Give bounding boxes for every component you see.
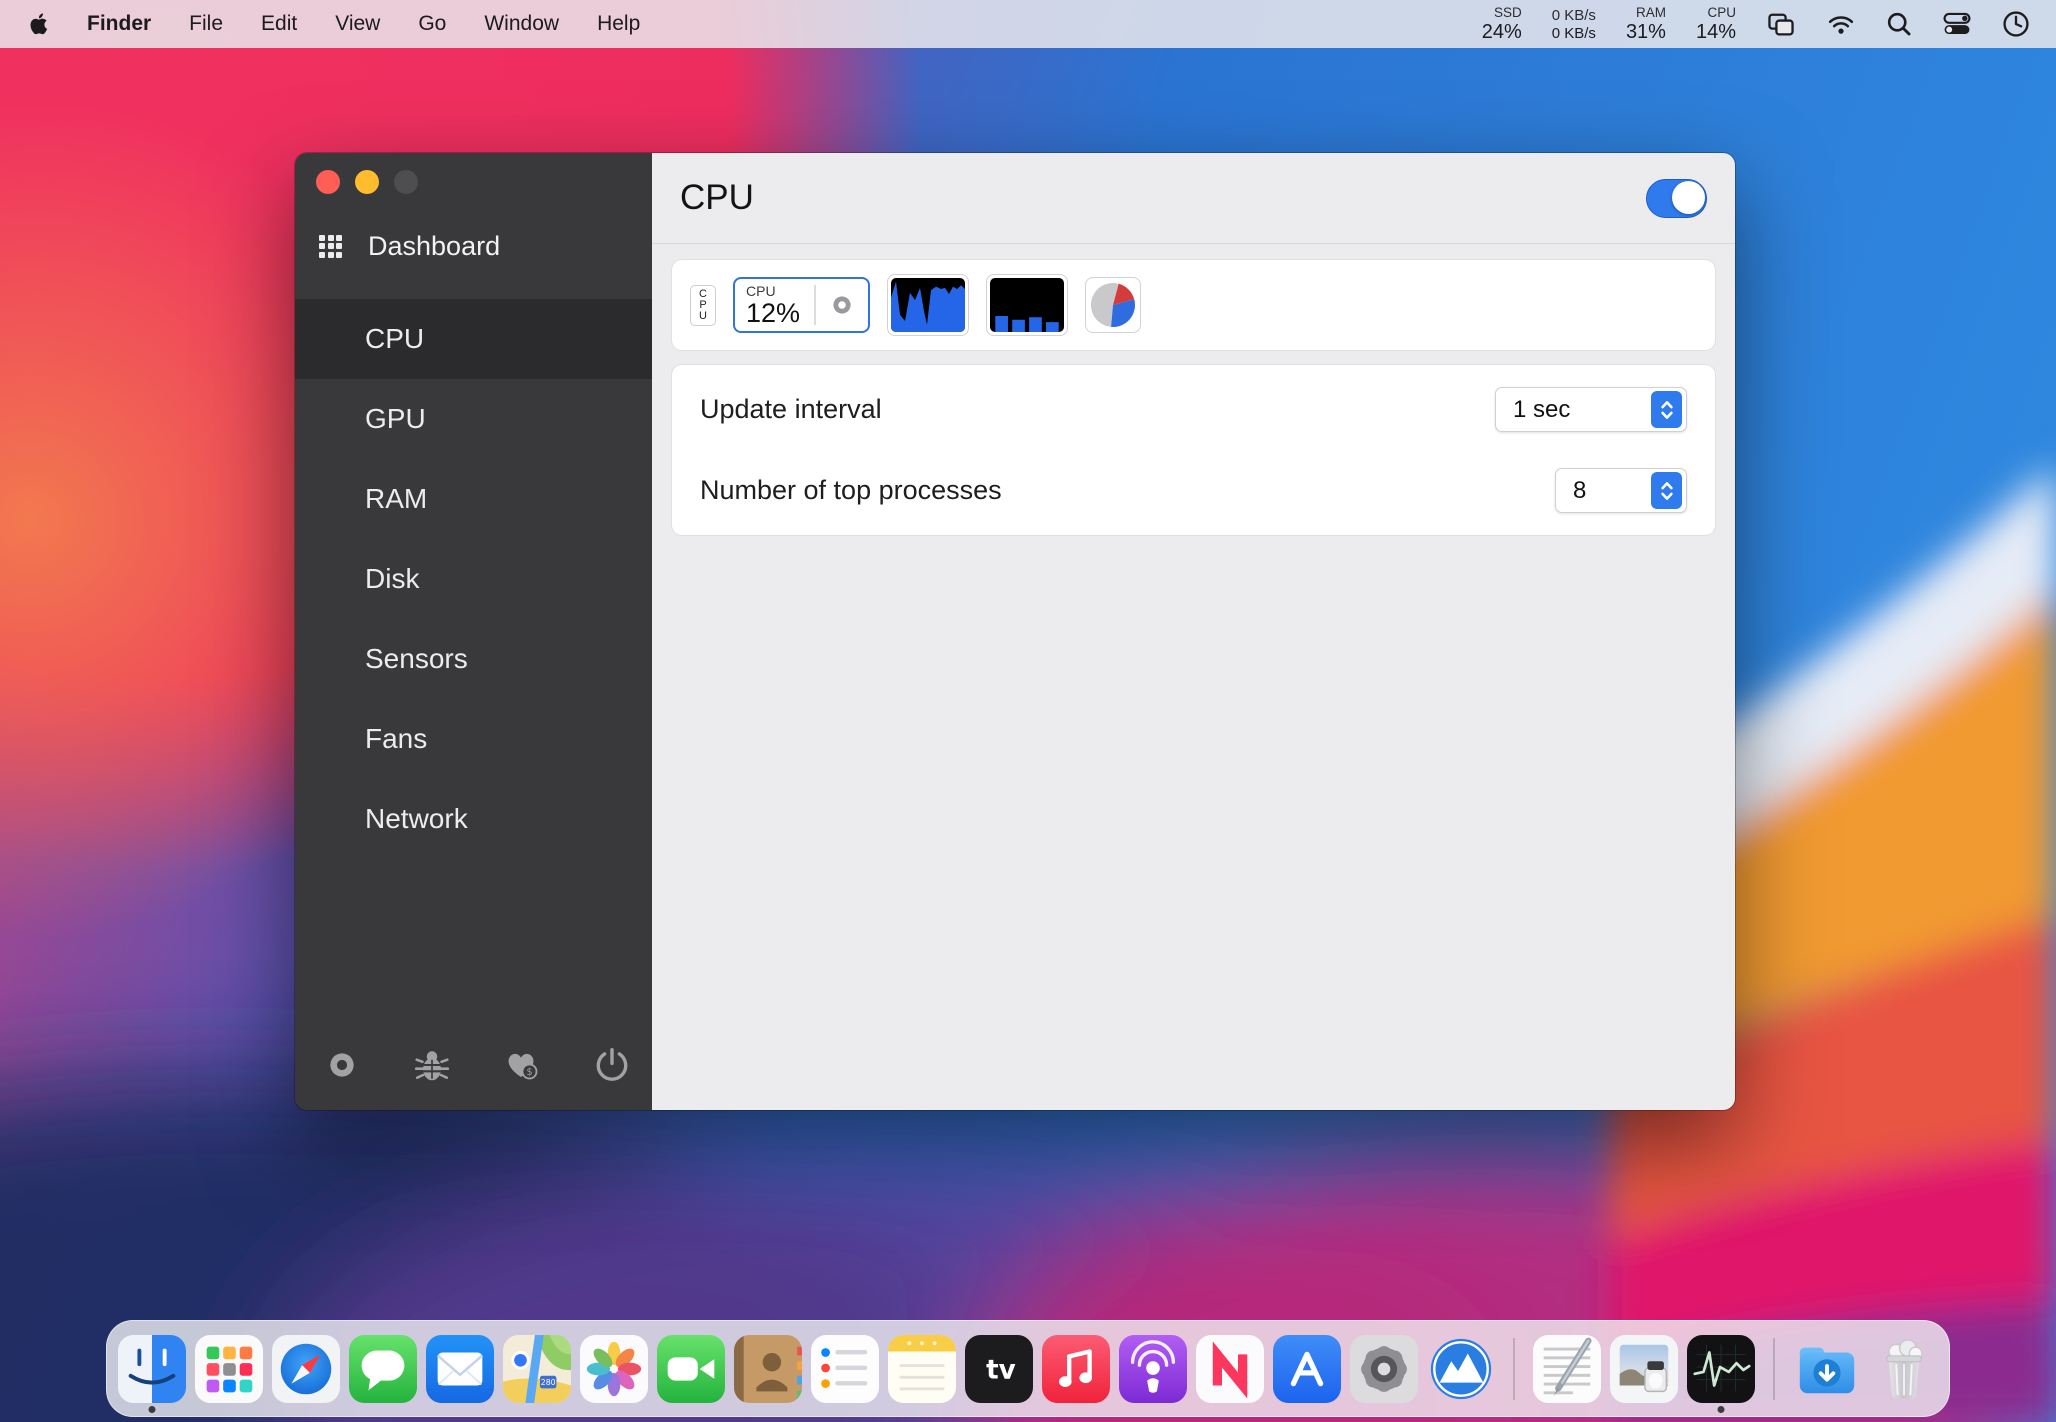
traffic-lights [316, 170, 652, 194]
control-center-icon[interactable] [1942, 11, 1972, 37]
widget-option-line-chart[interactable] [887, 274, 969, 336]
toggle-knob [1672, 181, 1705, 214]
status-ssd[interactable]: SSD 24% [1482, 6, 1522, 43]
widget-option-pie-chart[interactable] [1085, 277, 1141, 333]
menu-bar-left: Finder File Edit View Go Window Help [0, 0, 659, 48]
dock-music-icon[interactable] [1042, 1335, 1110, 1403]
pane-header: CPU [652, 153, 1735, 244]
status-cpu[interactable]: CPU 14% [1696, 6, 1736, 43]
status-ram[interactable]: RAM 31% [1626, 6, 1666, 43]
zoom-button-disabled[interactable] [394, 170, 418, 194]
sidebar-item-network[interactable]: Network [295, 779, 652, 859]
svg-text:$: $ [526, 1067, 532, 1078]
menu-view[interactable]: View [316, 0, 399, 48]
dock-maps-icon[interactable]: 280 [503, 1335, 571, 1403]
dock-divider [1513, 1338, 1515, 1400]
update-interval-select[interactable]: 1 sec [1495, 387, 1687, 432]
menu-window[interactable]: Window [465, 0, 578, 48]
menu-bar: Finder File Edit View Go Window Help SSD… [0, 0, 2056, 48]
menu-file[interactable]: File [170, 0, 242, 48]
page-title: CPU [680, 178, 754, 218]
dock-podcasts-icon[interactable] [1119, 1335, 1187, 1403]
top-processes-select[interactable]: 8 [1555, 468, 1687, 513]
top-processes-row: Number of top processes 8 [700, 450, 1687, 531]
dock-finder-icon[interactable] [118, 1335, 186, 1403]
sidebar-item-cpu[interactable]: CPU [295, 299, 652, 379]
menu-edit[interactable]: Edit [242, 0, 316, 48]
stepper-icon [1651, 391, 1682, 428]
bug-report-icon[interactable] [413, 1046, 451, 1084]
dock-facetime-icon[interactable] [657, 1335, 725, 1403]
apple-menu[interactable] [0, 12, 68, 36]
sidebar-item-disk[interactable]: Disk [295, 539, 652, 619]
update-interval-label: Update interval [700, 394, 882, 425]
clock-icon[interactable] [2002, 10, 2030, 38]
dock-safari-icon[interactable] [272, 1335, 340, 1403]
widget-option-bar-chart[interactable] [986, 274, 1068, 336]
dock-tv-icon[interactable]: tv [965, 1335, 1033, 1403]
line-chart-area [891, 282, 965, 332]
stepper-icon [1651, 472, 1682, 509]
spotlight-search-icon[interactable] [1886, 11, 1912, 37]
svg-text:tv: tv [986, 1355, 1016, 1385]
settings-card: Update interval 1 sec Number of top proc… [672, 365, 1715, 535]
widget-cpu-value: 12% [746, 300, 800, 327]
dashboard-grid-icon [319, 235, 342, 258]
sidebar: Dashboard CPU GPU RAM Disk Sensors Fans … [295, 153, 652, 1110]
sidebar-footer: $ [295, 1046, 652, 1110]
main-pane: CPU CPU CPU 12% [652, 153, 1735, 1110]
minimize-button[interactable] [355, 170, 379, 194]
menu-bar-status: SSD 24% 0 KB/s 0 KB/s RAM 31% CPU 14% [1482, 0, 2056, 48]
running-indicator [149, 1406, 156, 1413]
sidebar-module-list: CPU GPU RAM Disk Sensors Fans Network [295, 299, 652, 859]
dock-mail-icon[interactable] [426, 1335, 494, 1403]
close-button[interactable] [316, 170, 340, 194]
widget-picker-card: CPU CPU 12% [672, 260, 1715, 350]
sidebar-item-sensors[interactable]: Sensors [295, 619, 652, 699]
wifi-icon[interactable] [1826, 12, 1856, 36]
dashboard-label: Dashboard [368, 231, 500, 262]
dock-downloads-folder-icon[interactable] [1793, 1335, 1861, 1403]
top-processes-label: Number of top processes [700, 475, 1002, 506]
dock-photos-icon[interactable] [580, 1335, 648, 1403]
sidebar-item-ram[interactable]: RAM [295, 459, 652, 539]
dock-textedit-icon[interactable] [1533, 1335, 1601, 1403]
dock: 280 [106, 1320, 1950, 1417]
module-enabled-toggle[interactable] [1646, 179, 1707, 218]
sidebar-item-gpu[interactable]: GPU [295, 379, 652, 459]
dock-notes-icon[interactable] [888, 1335, 956, 1403]
widget-settings-gear-icon[interactable] [828, 291, 856, 319]
svg-text:280: 280 [541, 1378, 556, 1387]
sidebar-item-fans[interactable]: Fans [295, 699, 652, 779]
dock-activity-monitor-icon[interactable] [1687, 1335, 1755, 1403]
widget-option-mini-text[interactable]: CPU [690, 285, 716, 326]
menu-help[interactable]: Help [578, 0, 659, 48]
screen-mirroring-icon[interactable] [1766, 10, 1796, 38]
status-network-speed[interactable]: 0 KB/s 0 KB/s [1552, 8, 1596, 41]
dock-trash-icon[interactable] [1870, 1335, 1938, 1403]
update-interval-row: Update interval 1 sec [700, 369, 1687, 450]
dock-divider [1773, 1338, 1775, 1400]
apple-logo-icon [28, 12, 48, 36]
donate-heart-icon[interactable]: $ [503, 1046, 541, 1084]
bar-chart-bars [995, 316, 1058, 332]
sidebar-item-dashboard[interactable]: Dashboard [295, 226, 652, 266]
menu-app-name[interactable]: Finder [68, 0, 170, 48]
stats-preferences-window: Dashboard CPU GPU RAM Disk Sensors Fans … [295, 153, 1735, 1110]
dock-stats-icon[interactable] [1427, 1335, 1495, 1403]
dock-reminders-icon[interactable] [811, 1335, 879, 1403]
power-quit-icon[interactable] [593, 1046, 631, 1084]
dock-system-preferences-icon[interactable] [1350, 1335, 1418, 1403]
menu-go[interactable]: Go [399, 0, 465, 48]
settings-gear-icon[interactable] [323, 1046, 361, 1084]
widget-cpu-label: CPU [746, 284, 800, 298]
widget-option-text-selected[interactable]: CPU 12% [733, 277, 870, 333]
dock-appstore-icon[interactable] [1273, 1335, 1341, 1403]
dock-news-icon[interactable] [1196, 1335, 1264, 1403]
dock-launchpad-icon[interactable] [195, 1335, 263, 1403]
dock-contacts-icon[interactable] [734, 1335, 802, 1403]
running-indicator [1718, 1406, 1725, 1413]
dock-preview-icon[interactable] [1610, 1335, 1678, 1403]
dock-messages-icon[interactable] [349, 1335, 417, 1403]
